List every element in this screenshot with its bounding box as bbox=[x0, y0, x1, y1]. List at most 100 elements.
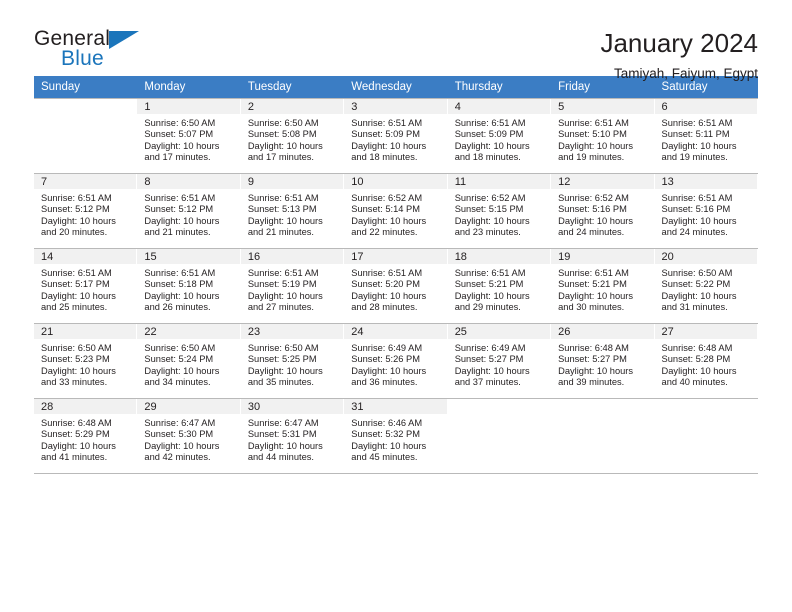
sunset-text: Sunset: 5:09 PM bbox=[351, 129, 420, 140]
sunset-text: Sunset: 5:32 PM bbox=[351, 429, 420, 440]
day-number: 25 bbox=[447, 324, 552, 339]
calendar-day-cell[interactable]: 12 Sunrise: 6:52 AM Sunset: 5:16 PM Dayligh… bbox=[551, 173, 655, 249]
day-details: Sunrise: 6:47 AM Sunset: 5:31 PM Daylight:… bbox=[241, 414, 344, 464]
sunrise-text: Sunrise: 6:50 AM bbox=[144, 343, 216, 353]
calendar-day-cell[interactable]: 1 Sunrise: 6:50 AM Sunset: 5:07 PM Daylight… bbox=[137, 98, 241, 174]
daylight-text-line2: and 24 minutes. bbox=[661, 227, 728, 238]
day-number-bar bbox=[655, 399, 758, 414]
calendar-day-cell[interactable]: 13 Sunrise: 6:51 AM Sunset: 5:16 PM Dayligh… bbox=[654, 173, 758, 249]
calendar-day-cell[interactable]: 18 Sunrise: 6:51 AM Sunset: 5:21 PM Dayligh… bbox=[447, 248, 552, 324]
calendar-day-cell[interactable]: 6 Sunrise: 6:51 AM Sunset: 5:11 PM Daylight… bbox=[654, 98, 758, 174]
sunset-text: Sunset: 5:23 PM bbox=[41, 354, 110, 365]
logo-triangle-icon bbox=[109, 31, 139, 49]
calendar-day-cell[interactable]: 25 Sunrise: 6:49 AM Sunset: 5:27 PM Dayligh… bbox=[447, 323, 552, 399]
daylight-text-line1: Daylight: 10 hours bbox=[661, 140, 737, 151]
daylight-text-line2: and 19 minutes. bbox=[558, 152, 625, 163]
calendar-day-cell[interactable]: 20 Sunrise: 6:50 AM Sunset: 5:22 PM Dayligh… bbox=[654, 248, 758, 324]
daylight-text-line1: Daylight: 10 hours bbox=[247, 140, 323, 151]
calendar-day-cell[interactable]: 8 Sunrise: 6:51 AM Sunset: 5:12 PM Daylight… bbox=[137, 173, 241, 249]
sunset-text: Sunset: 5:19 PM bbox=[247, 279, 317, 290]
calendar-cell-empty bbox=[551, 398, 655, 474]
calendar-day-cell[interactable]: 17 Sunrise: 6:51 AM Sunset: 5:20 PM Dayligh… bbox=[344, 248, 448, 324]
sunrise-text: Sunrise: 6:47 AM bbox=[144, 418, 216, 428]
day-details: Sunrise: 6:48 AM Sunset: 5:29 PM Daylight:… bbox=[34, 414, 137, 464]
calendar-day-cell[interactable]: 9 Sunrise: 6:51 AM Sunset: 5:13 PM Daylight… bbox=[240, 173, 345, 249]
day-cell-inner: 20 Sunrise: 6:50 AM Sunset: 5:22 PM Dayligh… bbox=[654, 249, 758, 323]
daylight-text-line2: and 21 minutes. bbox=[144, 227, 211, 238]
day-details: Sunrise: 6:47 AM Sunset: 5:30 PM Daylight:… bbox=[137, 414, 240, 464]
day-number: 6 bbox=[654, 99, 758, 114]
sunrise-text: Sunrise: 6:49 AM bbox=[351, 343, 423, 353]
daylight-text-line1: Daylight: 10 hours bbox=[41, 290, 116, 301]
daylight-text-line1: Daylight: 10 hours bbox=[41, 215, 116, 226]
calendar-day-cell[interactable]: 2 Sunrise: 6:50 AM Sunset: 5:08 PM Daylight… bbox=[240, 98, 345, 174]
day-details: Sunrise: 6:51 AM Sunset: 5:21 PM Daylight:… bbox=[551, 264, 654, 314]
sunrise-text: Sunrise: 6:51 AM bbox=[454, 268, 526, 278]
calendar-week-row: 28 Sunrise: 6:48 AM Sunset: 5:29 PM Dayligh… bbox=[34, 398, 758, 474]
sunset-text: Sunset: 5:18 PM bbox=[144, 279, 214, 290]
daylight-text-line1: Daylight: 10 hours bbox=[144, 215, 220, 226]
day-details: Sunrise: 6:51 AM Sunset: 5:11 PM Daylight:… bbox=[655, 114, 758, 164]
calendar-day-cell[interactable]: 19 Sunrise: 6:51 AM Sunset: 5:21 PM Dayligh… bbox=[551, 248, 655, 324]
sunrise-text: Sunrise: 6:51 AM bbox=[351, 268, 423, 278]
calendar-day-cell[interactable]: 28 Sunrise: 6:48 AM Sunset: 5:29 PM Dayligh… bbox=[34, 398, 138, 474]
day-details: Sunrise: 6:50 AM Sunset: 5:24 PM Daylight:… bbox=[137, 339, 240, 389]
daylight-text-line2: and 34 minutes. bbox=[144, 377, 211, 388]
day-cell-inner: 2 Sunrise: 6:50 AM Sunset: 5:08 PM Daylight… bbox=[240, 99, 345, 173]
calendar-day-cell[interactable]: 3 Sunrise: 6:51 AM Sunset: 5:09 PM Daylight… bbox=[344, 98, 448, 174]
day-cell-inner: 6 Sunrise: 6:51 AM Sunset: 5:11 PM Daylight… bbox=[654, 99, 758, 173]
calendar-day-cell[interactable]: 26 Sunrise: 6:48 AM Sunset: 5:27 PM Dayligh… bbox=[551, 323, 655, 399]
sunrise-text: Sunrise: 6:51 AM bbox=[41, 268, 112, 278]
calendar-day-cell[interactable]: 27 Sunrise: 6:48 AM Sunset: 5:28 PM Dayligh… bbox=[654, 323, 758, 399]
daylight-text-line2: and 21 minutes. bbox=[247, 227, 314, 238]
sunset-text: Sunset: 5:26 PM bbox=[351, 354, 420, 365]
calendar-day-cell[interactable]: 7 Sunrise: 6:51 AM Sunset: 5:12 PM Daylight… bbox=[34, 173, 138, 249]
day-cell-inner: 23 Sunrise: 6:50 AM Sunset: 5:25 PM Dayligh… bbox=[240, 324, 345, 398]
calendar-day-cell[interactable]: 11 Sunrise: 6:52 AM Sunset: 5:15 PM Dayligh… bbox=[447, 173, 552, 249]
sunrise-text: Sunrise: 6:50 AM bbox=[144, 118, 216, 128]
daylight-text-line2: and 19 minutes. bbox=[661, 152, 728, 163]
sunset-text: Sunset: 5:25 PM bbox=[247, 354, 317, 365]
sunset-text: Sunset: 5:16 PM bbox=[661, 204, 731, 215]
calendar-day-cell[interactable]: 22 Sunrise: 6:50 AM Sunset: 5:24 PM Dayligh… bbox=[137, 323, 241, 399]
day-cell-inner: 21 Sunrise: 6:50 AM Sunset: 5:23 PM Dayligh… bbox=[34, 324, 138, 398]
day-number: 10 bbox=[344, 174, 448, 189]
day-number: 4 bbox=[447, 99, 552, 114]
sunset-text: Sunset: 5:21 PM bbox=[454, 279, 524, 290]
day-number: 24 bbox=[344, 324, 448, 339]
sunrise-text: Sunrise: 6:51 AM bbox=[558, 118, 629, 128]
daylight-text-line2: and 44 minutes. bbox=[247, 452, 314, 463]
calendar-day-cell[interactable]: 10 Sunrise: 6:52 AM Sunset: 5:14 PM Dayligh… bbox=[344, 173, 448, 249]
calendar-day-cell[interactable]: 29 Sunrise: 6:47 AM Sunset: 5:30 PM Dayligh… bbox=[137, 398, 241, 474]
sunset-text: Sunset: 5:31 PM bbox=[247, 429, 317, 440]
day-details: Sunrise: 6:48 AM Sunset: 5:27 PM Daylight:… bbox=[551, 339, 654, 389]
daylight-text-line1: Daylight: 10 hours bbox=[351, 365, 427, 376]
day-number: 26 bbox=[551, 324, 655, 339]
sunrise-text: Sunrise: 6:50 AM bbox=[661, 268, 733, 278]
daylight-text-line1: Daylight: 10 hours bbox=[351, 440, 427, 451]
calendar-day-cell[interactable]: 24 Sunrise: 6:49 AM Sunset: 5:26 PM Dayligh… bbox=[344, 323, 448, 399]
calendar-day-cell[interactable]: 15 Sunrise: 6:51 AM Sunset: 5:18 PM Dayligh… bbox=[137, 248, 241, 324]
daylight-text-line2: and 45 minutes. bbox=[351, 452, 418, 463]
calendar-day-cell[interactable]: 30 Sunrise: 6:47 AM Sunset: 5:31 PM Dayligh… bbox=[240, 398, 345, 474]
calendar-day-cell[interactable]: 31 Sunrise: 6:46 AM Sunset: 5:32 PM Dayligh… bbox=[344, 398, 448, 474]
sunrise-text: Sunrise: 6:51 AM bbox=[247, 268, 319, 278]
daylight-text-line2: and 28 minutes. bbox=[351, 302, 418, 313]
general-blue-logo[interactable]: General Blue bbox=[34, 28, 146, 76]
sunrise-text: Sunrise: 6:50 AM bbox=[247, 343, 319, 353]
day-cell-inner: 19 Sunrise: 6:51 AM Sunset: 5:21 PM Dayligh… bbox=[551, 249, 655, 323]
day-number: 22 bbox=[137, 324, 241, 339]
calendar-day-cell[interactable]: 4 Sunrise: 6:51 AM Sunset: 5:09 PM Daylight… bbox=[447, 98, 552, 174]
calendar-day-cell[interactable]: 14 Sunrise: 6:51 AM Sunset: 5:17 PM Dayligh… bbox=[34, 248, 138, 324]
day-cell-inner: 4 Sunrise: 6:51 AM Sunset: 5:09 PM Daylight… bbox=[447, 99, 552, 173]
calendar-day-cell[interactable]: 21 Sunrise: 6:50 AM Sunset: 5:23 PM Dayligh… bbox=[34, 323, 138, 399]
day-number: 11 bbox=[447, 174, 552, 189]
page-title: January 2024 bbox=[600, 28, 758, 58]
daylight-text-line1: Daylight: 10 hours bbox=[247, 290, 323, 301]
calendar-day-cell[interactable]: 23 Sunrise: 6:50 AM Sunset: 5:25 PM Dayligh… bbox=[240, 323, 345, 399]
calendar-day-cell[interactable]: 5 Sunrise: 6:51 AM Sunset: 5:10 PM Daylight… bbox=[551, 98, 655, 174]
daylight-text-line1: Daylight: 10 hours bbox=[144, 290, 220, 301]
calendar-day-cell[interactable]: 16 Sunrise: 6:51 AM Sunset: 5:19 PM Dayligh… bbox=[240, 248, 345, 324]
sunrise-text: Sunrise: 6:48 AM bbox=[661, 343, 733, 353]
sunset-text: Sunset: 5:14 PM bbox=[351, 204, 420, 215]
